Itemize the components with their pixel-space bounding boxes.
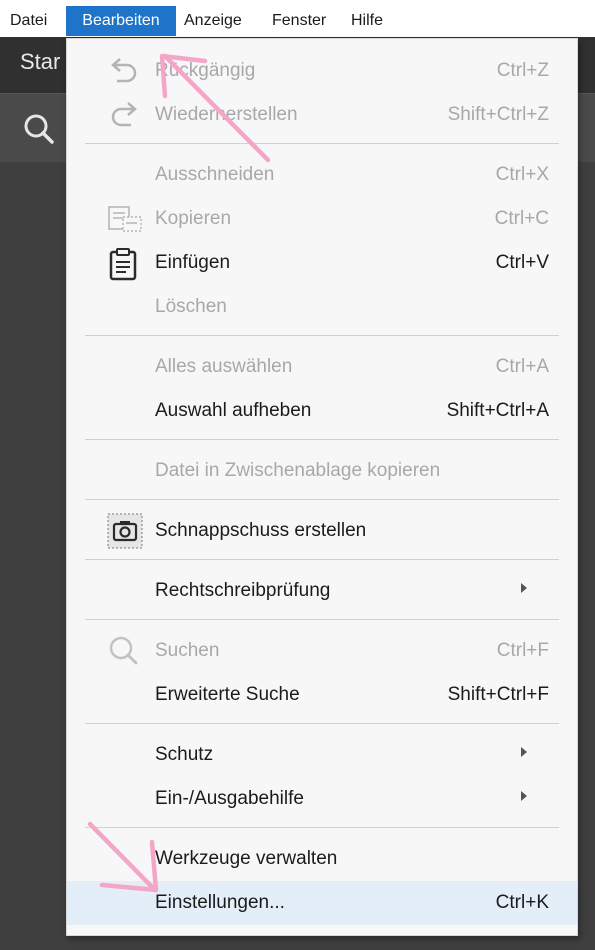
menu-item-shortcut: Ctrl+X: [495, 164, 549, 185]
menu-separator: [85, 827, 559, 828]
menu-item-label: Rückgängig: [155, 60, 256, 81]
menu-item-label: Einstellungen...: [155, 892, 285, 913]
menu-item-label: Wiederherstellen: [155, 104, 298, 125]
menu-item-label: Werkzeuge verwalten: [155, 848, 338, 869]
menu-item-deselect[interactable]: Auswahl aufheben Shift+Ctrl+A: [67, 389, 577, 433]
menu-item-copy[interactable]: Kopieren Ctrl+C: [67, 197, 577, 241]
menu-item-label: Suchen: [155, 640, 220, 661]
menu-item-shortcut: Ctrl+V: [495, 252, 549, 273]
menu-bearbeiten[interactable]: Bearbeiten: [66, 6, 176, 36]
menu-item-shortcut: Ctrl+Z: [496, 60, 549, 81]
menu-item-redo[interactable]: Wiederherstellen Shift+Ctrl+Z: [67, 93, 577, 137]
menu-item-shortcut: Shift+Ctrl+A: [446, 400, 549, 421]
camera-icon: [107, 513, 143, 549]
submenu-arrow-icon: [521, 791, 527, 801]
menu-item-label: Kopieren: [155, 208, 232, 229]
menu-item-advanced-search[interactable]: Erweiterte Suche Shift+Ctrl+F: [67, 673, 577, 717]
submenu-arrow-icon: [521, 747, 527, 757]
menu-separator: [85, 335, 559, 336]
redo-icon: [107, 99, 141, 131]
menu-item-shortcut: Ctrl+F: [496, 640, 549, 661]
menu-fenster[interactable]: Fenster: [272, 6, 326, 36]
menu-item-copy-file[interactable]: Datei in Zwischenablage kopieren: [67, 449, 577, 493]
menu-item-label: Einfügen: [155, 252, 231, 273]
menu-separator: [85, 143, 559, 144]
menu-item-delete[interactable]: Löschen: [67, 285, 577, 329]
edit-menu-dropdown: Rückgängig Ctrl+Z Wiederherstellen Shift…: [66, 38, 578, 936]
tab-start-label[interactable]: Star: [20, 49, 60, 75]
search-icon: [107, 635, 141, 667]
menu-item-manage-tools[interactable]: Werkzeuge verwalten: [67, 837, 577, 881]
menu-item-label: Datei in Zwischenablage kopieren: [155, 460, 441, 481]
menu-item-shortcut: Shift+Ctrl+Z: [447, 104, 549, 125]
submenu-arrow-icon: [521, 583, 527, 593]
clipboard-icon: [107, 247, 141, 281]
menu-item-shortcut: Shift+Ctrl+F: [447, 684, 549, 705]
menu-datei[interactable]: Datei: [10, 6, 47, 36]
menu-item-label: Schnappschuss erstellen: [155, 520, 367, 541]
menu-item-protection[interactable]: Schutz: [67, 733, 577, 777]
menu-item-label: Rechtschreibprüfung: [155, 580, 331, 601]
menu-item-search[interactable]: Suchen Ctrl+F: [67, 629, 577, 673]
copy-icon: [107, 203, 142, 235]
menu-item-paste[interactable]: Einfügen Ctrl+V: [67, 241, 577, 285]
menu-item-label: Löschen: [155, 296, 227, 317]
menu-item-snapshot[interactable]: Schnappschuss erstellen: [67, 509, 577, 553]
menu-anzeige[interactable]: Anzeige: [184, 6, 242, 36]
menu-item-label: Auswahl aufheben: [155, 400, 312, 421]
search-icon[interactable]: [22, 112, 56, 151]
menu-item-label: Alles auswählen: [155, 356, 293, 377]
menu-hilfe[interactable]: Hilfe: [351, 6, 383, 36]
menu-separator: [85, 723, 559, 724]
menu-separator: [85, 559, 559, 560]
undo-icon: [107, 55, 141, 87]
menu-separator: [85, 619, 559, 620]
menu-item-label: Ein-/Ausgabehilfe: [155, 788, 304, 809]
menu-item-undo[interactable]: Rückgängig Ctrl+Z: [67, 49, 577, 93]
menu-item-label: Schutz: [155, 744, 214, 765]
menu-separator: [85, 439, 559, 440]
menu-item-shortcut: Ctrl+C: [494, 208, 549, 229]
menu-item-accessibility[interactable]: Ein-/Ausgabehilfe: [67, 777, 577, 821]
menu-item-label: Ausschneiden: [155, 164, 275, 185]
menu-separator: [85, 499, 559, 500]
menu-item-shortcut: Ctrl+A: [495, 356, 549, 377]
menu-item-cut[interactable]: Ausschneiden Ctrl+X: [67, 153, 577, 197]
menu-item-preferences[interactable]: Einstellungen... Ctrl+K: [67, 881, 577, 925]
menu-item-shortcut: Ctrl+K: [495, 892, 549, 913]
menu-item-spellcheck[interactable]: Rechtschreibprüfung: [67, 569, 577, 613]
menu-item-label: Erweiterte Suche: [155, 684, 300, 705]
menu-item-select-all[interactable]: Alles auswählen Ctrl+A: [67, 345, 577, 389]
menu-bar: Datei Bearbeiten Anzeige Fenster Hilfe: [0, 0, 595, 38]
